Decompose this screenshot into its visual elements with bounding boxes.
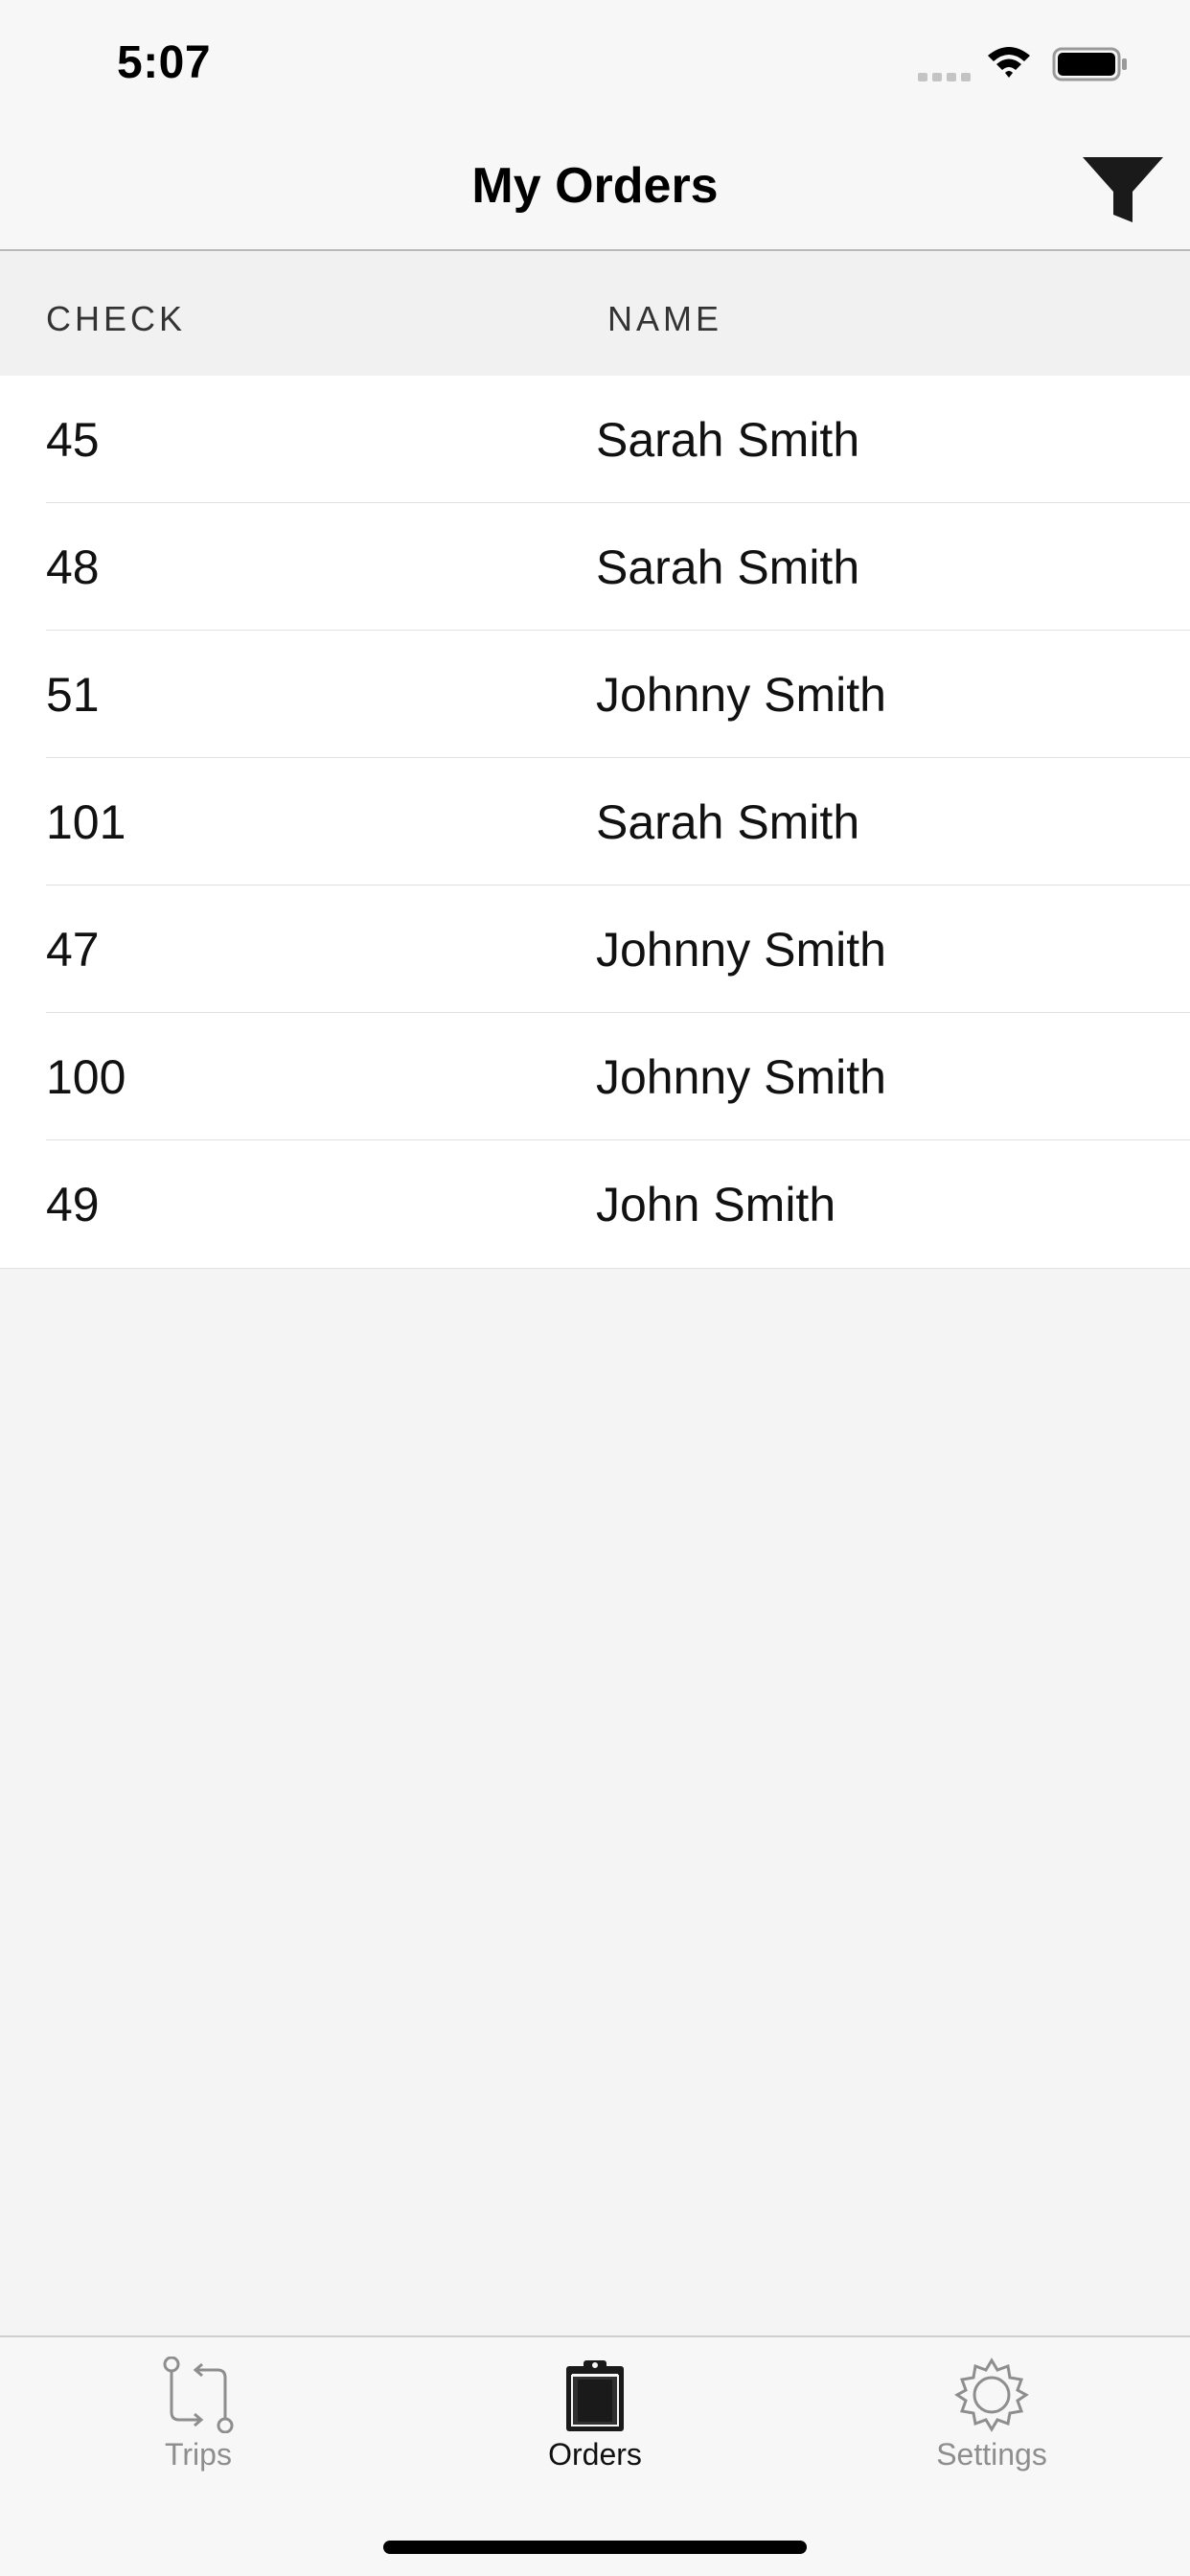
tab-settings[interactable]: Settings bbox=[793, 2337, 1190, 2500]
status-time: 5:07 bbox=[117, 37, 212, 88]
table-row[interactable]: 48 Sarah Smith bbox=[0, 503, 1190, 631]
check-cell: 101 bbox=[46, 795, 126, 849]
column-header-check[interactable]: CHECK bbox=[46, 299, 186, 339]
name-cell: John Smith bbox=[596, 1178, 836, 1231]
filter-icon[interactable] bbox=[1079, 153, 1167, 230]
table-row[interactable]: 45 Sarah Smith bbox=[0, 376, 1190, 503]
check-cell: 47 bbox=[46, 923, 100, 977]
tab-label-orders: Orders bbox=[548, 2437, 642, 2472]
tab-label-settings: Settings bbox=[936, 2437, 1047, 2472]
tab-label-trips: Trips bbox=[165, 2437, 232, 2472]
name-cell: Johnny Smith bbox=[596, 668, 886, 722]
name-cell: Johnny Smith bbox=[596, 1050, 886, 1104]
name-cell: Sarah Smith bbox=[596, 540, 860, 594]
name-cell: Sarah Smith bbox=[596, 413, 860, 467]
page-title: My Orders bbox=[471, 158, 719, 214]
gear-icon bbox=[954, 2358, 1029, 2432]
table-header: CHECK NAME bbox=[0, 251, 1190, 376]
table-row[interactable]: 51 Johnny Smith bbox=[0, 631, 1190, 758]
check-cell: 49 bbox=[46, 1178, 100, 1231]
navigation-bar: My Orders bbox=[0, 126, 1190, 251]
trips-icon bbox=[163, 2357, 234, 2433]
battery-icon bbox=[1052, 47, 1127, 81]
wifi-icon bbox=[988, 47, 1030, 78]
check-cell: 48 bbox=[46, 540, 100, 594]
column-header-name[interactable]: NAME bbox=[607, 299, 722, 339]
name-cell: Johnny Smith bbox=[596, 923, 886, 977]
check-cell: 51 bbox=[46, 668, 100, 722]
check-cell: 45 bbox=[46, 413, 100, 467]
tab-bar: Trips Orders Settings bbox=[0, 2335, 1190, 2576]
tab-orders[interactable]: Orders bbox=[397, 2337, 793, 2500]
home-indicator bbox=[383, 2541, 807, 2554]
table-row[interactable]: 49 John Smith bbox=[0, 1140, 1190, 1268]
check-cell: 100 bbox=[46, 1050, 126, 1104]
cellular-signal-icon bbox=[918, 73, 971, 81]
clipboard-icon bbox=[566, 2360, 624, 2431]
table-row[interactable]: 47 Johnny Smith bbox=[0, 886, 1190, 1013]
status-bar: 5:07 bbox=[0, 0, 1190, 126]
name-cell: Sarah Smith bbox=[596, 795, 860, 849]
table-row[interactable]: 101 Sarah Smith bbox=[0, 758, 1190, 886]
table-row[interactable]: 100 Johnny Smith bbox=[0, 1013, 1190, 1140]
orders-table: 45 Sarah Smith 48 Sarah Smith 51 Johnny … bbox=[0, 376, 1190, 1269]
tab-trips[interactable]: Trips bbox=[0, 2337, 397, 2500]
